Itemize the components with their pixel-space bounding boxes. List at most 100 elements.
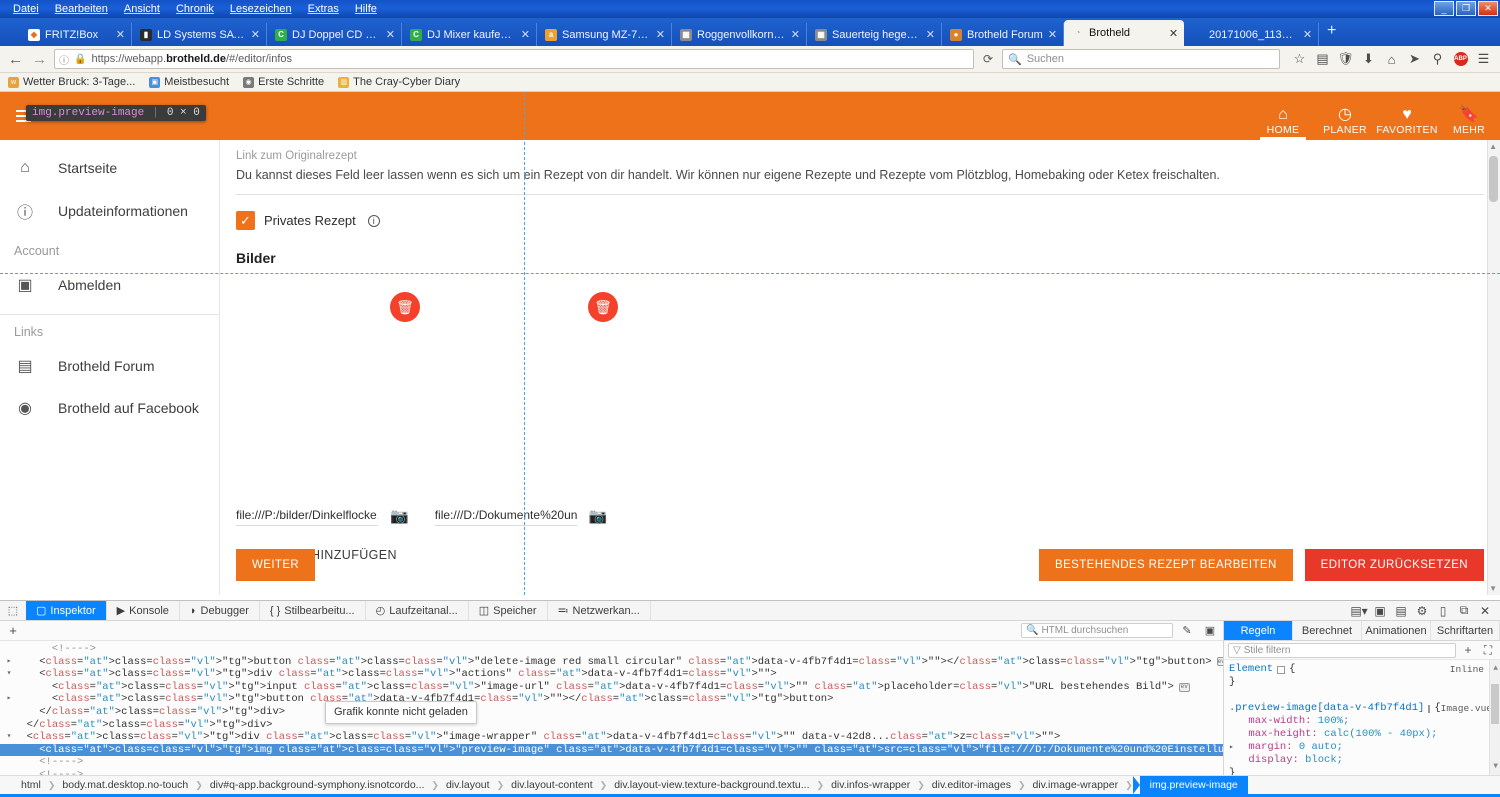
breadcrumb-item[interactable]: html: [14, 779, 48, 791]
hamburger-menu-icon[interactable]: ☰: [1473, 49, 1494, 69]
dom-node[interactable]: ▸ <class="at">class=class="vl">"tg">butt…: [0, 656, 1223, 669]
breadcrumb-item[interactable]: div.layout-view.texture-background.textu…: [607, 779, 816, 791]
menu-ansicht[interactable]: Ansicht: [116, 0, 168, 18]
html-search-input[interactable]: 🔍 HTML durchsuchen: [1021, 623, 1173, 638]
tab-close-icon[interactable]: ✕: [1303, 28, 1312, 41]
reset-editor-button[interactable]: EDITOR ZURÜCKSETZEN: [1304, 549, 1484, 581]
scroll-up-arrow[interactable]: ▲: [1489, 142, 1497, 151]
maximize-button[interactable]: ❐: [1456, 1, 1476, 16]
expand-twisty-icon[interactable]: [1229, 754, 1234, 767]
devtools-tab-debugger[interactable]: ◗ Debugger: [180, 601, 260, 620]
css-property[interactable]: margin:: [1236, 741, 1299, 754]
tab-close-icon[interactable]: ✕: [521, 28, 530, 41]
sidebar-item-startseite[interactable]: ⌂ Startseite: [0, 148, 219, 188]
browser-tab[interactable]: ▦ Sauerteig hegen & pfleg... ✕: [807, 23, 942, 46]
home-icon[interactable]: ⌂: [1381, 49, 1402, 69]
edit-icon[interactable]: ✎: [1178, 624, 1196, 637]
url-bar[interactable]: ⓘ 🔒 https://webapp.brotheld.de/#/editor/…: [54, 49, 974, 69]
dom-node[interactable]: <class="at">class=class="vl">"tg">input …: [0, 681, 1223, 694]
css-value[interactable]: 100%;: [1318, 715, 1350, 728]
breadcrumb-item[interactable]: img.preview-image: [1139, 775, 1248, 795]
css-tab-schriftarten[interactable]: Schriftarten: [1431, 621, 1500, 640]
expand-twisty-icon[interactable]: ▸: [4, 693, 14, 706]
rule-toggle-checkbox[interactable]: [1428, 704, 1431, 713]
breadcrumb-item[interactable]: div.infos-wrapper: [824, 779, 917, 791]
bookmark-item[interactable]: w Wetter Bruck: 3-Tage...: [8, 76, 135, 88]
css-tab-animationen[interactable]: Animationen: [1362, 621, 1431, 640]
browser-tab[interactable]: ▮ LD Systems SAT 42 G2 P... ✕: [132, 23, 267, 46]
image-url-input[interactable]: [236, 508, 378, 526]
scrollbar-thumb[interactable]: [1489, 156, 1498, 202]
menu-datei[interactable]: Datei: [5, 0, 47, 18]
close-devtools-icon[interactable]: ✕: [1475, 604, 1495, 618]
pocket-icon[interactable]: 🛡: [1335, 49, 1356, 69]
send-icon[interactable]: ➤: [1404, 49, 1425, 69]
private-recipe-checkbox[interactable]: ✓: [236, 211, 255, 230]
save-icon[interactable]: ▤: [1391, 604, 1411, 618]
devtools-tab-speicher[interactable]: ◫ Speicher: [469, 601, 548, 620]
page-scrollbar[interactable]: ▲ ▼: [1487, 140, 1500, 595]
dom-tree[interactable]: <!----> ▸ <class="at">class=class="vl">"t…: [0, 641, 1223, 775]
topnav-favoriten[interactable]: ♥ FAVORITEN: [1376, 106, 1438, 140]
topnav-planer[interactable]: ◷ PLANER: [1314, 106, 1376, 140]
topnav-mehr[interactable]: 🔖 MEHR: [1438, 106, 1500, 140]
page-info-icon[interactable]: ⓘ: [59, 52, 69, 67]
style-filter-input[interactable]: ▽ Stile filtern: [1228, 642, 1456, 658]
devtools-tab-stilbearbeitu[interactable]: { } Stilbearbeitu...: [260, 601, 366, 620]
back-icon[interactable]: ←: [6, 51, 25, 68]
expand-twisty-icon[interactable]: [1229, 728, 1234, 741]
css-tab-regeln[interactable]: Regeln: [1224, 621, 1293, 640]
css-property[interactable]: max-height:: [1236, 728, 1324, 741]
dom-node[interactable]: <!---->: [0, 756, 1223, 769]
event-badge[interactable]: ev: [1216, 657, 1223, 667]
minimize-button[interactable]: _: [1434, 1, 1454, 16]
tab-close-icon[interactable]: ✕: [656, 28, 665, 41]
dom-node-selected[interactable]: <class="at">class=class="vl">"tg">img cl…: [0, 743, 1223, 757]
devtools-tab-inspektor[interactable]: ▢ Inspektor: [26, 601, 107, 620]
tab-close-icon[interactable]: ✕: [791, 28, 800, 41]
dom-node[interactable]: ▾ <class="at">class=class="vl">"tg">div …: [0, 668, 1223, 681]
bookmark-star-icon[interactable]: ☆: [1289, 49, 1310, 69]
menu-extras[interactable]: Extras: [300, 0, 347, 18]
browser-tab[interactable]: ▦ Roggenvollkornbrot nac... ✕: [672, 23, 807, 46]
browser-search-box[interactable]: 🔍 Suchen: [1002, 49, 1280, 69]
dock-layout-icon[interactable]: ▤▾: [1349, 604, 1369, 618]
image-url-input[interactable]: [434, 508, 577, 526]
add-rule-icon[interactable]: +: [1460, 643, 1476, 657]
close-window-button[interactable]: ✕: [1478, 1, 1498, 16]
breadcrumb-item[interactable]: div.layout: [439, 779, 497, 791]
devtools-tab-laufzeitanal[interactable]: ◴ Laufzeitanal...: [366, 601, 469, 620]
expand-twisty-icon[interactable]: ▾: [4, 668, 14, 681]
css-selector[interactable]: Element: [1229, 663, 1273, 676]
element-picker-icon[interactable]: ⬚: [0, 601, 26, 620]
camera-icon[interactable]: 📷: [390, 507, 409, 526]
sidebar-item-abmelden[interactable]: ▣ Abmelden: [0, 264, 219, 306]
breadcrumb-item[interactable]: div.editor-images: [925, 779, 1018, 791]
scroll-down-arrow[interactable]: ▼: [1489, 584, 1497, 593]
expand-pane-icon[interactable]: ⛶: [1480, 643, 1496, 658]
sidebar-item-brotheld-facebook[interactable]: ◉ Brotheld auf Facebook: [0, 387, 219, 429]
split-panel-icon[interactable]: ▣: [1201, 624, 1219, 637]
camera-icon[interactable]: 📷: [589, 507, 608, 526]
css-scroll-up-arrow[interactable]: ▲: [1493, 662, 1498, 675]
css-scrollbar-thumb[interactable]: [1491, 684, 1499, 724]
bookmark-item[interactable]: ◉ Erste Schritte: [243, 76, 324, 88]
breadcrumb-item[interactable]: body.mat.desktop.no-touch: [55, 779, 195, 791]
bookmark-item[interactable]: ▥ The Cray-Cyber Diary: [338, 76, 460, 88]
breadcrumb-item[interactable]: div#q-app.background-symphony.isnotcordo…: [203, 779, 432, 791]
css-scrollbar[interactable]: ▲ ▼: [1489, 660, 1500, 775]
sync-icon[interactable]: ⚲: [1427, 49, 1448, 69]
breadcrumb-item[interactable]: div.layout-content: [504, 779, 600, 791]
css-tab-berechnet[interactable]: Berechnet: [1293, 621, 1362, 640]
forward-icon[interactable]: →: [30, 51, 49, 68]
delete-image-button[interactable]: 🗑: [390, 292, 420, 322]
reload-icon[interactable]: ⟳: [979, 52, 997, 66]
tab-close-icon[interactable]: ✕: [386, 28, 395, 41]
expand-twisty-icon[interactable]: ▾: [4, 731, 14, 744]
css-scroll-down-arrow[interactable]: ▼: [1493, 760, 1498, 773]
css-value[interactable]: block;: [1305, 754, 1343, 767]
browser-tab[interactable]: C DJ Mixer kaufen » Versa... ✕: [402, 23, 537, 46]
tab-close-icon[interactable]: ✕: [1169, 27, 1178, 40]
browser-tab[interactable]: C DJ Doppel CD Player Om... ✕: [267, 23, 402, 46]
css-value[interactable]: 0 auto;: [1299, 741, 1343, 754]
